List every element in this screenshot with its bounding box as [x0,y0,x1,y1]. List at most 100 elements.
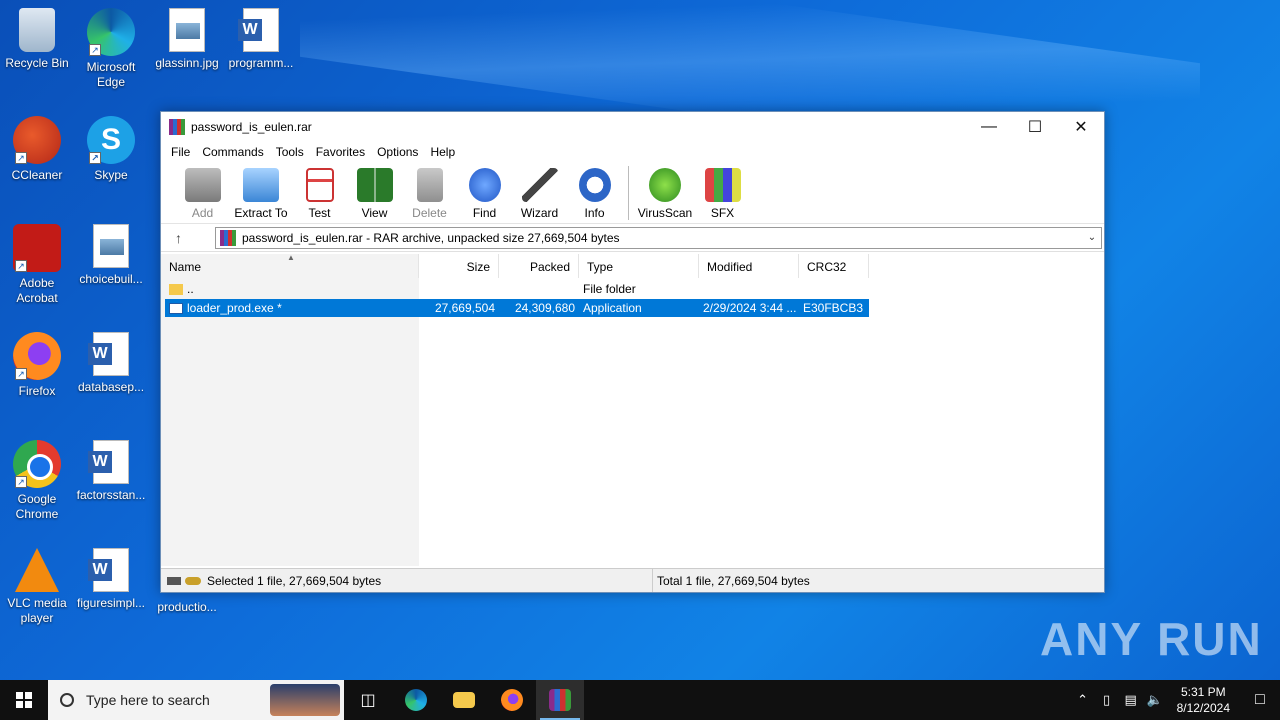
column-packed[interactable]: Packed [499,254,579,278]
menu-tools[interactable]: Tools [270,145,310,159]
maximize-button[interactable]: ☐ [1012,112,1058,142]
tool-label: Add [191,206,214,220]
cell-name: .. [165,282,419,296]
extract-to-icon [243,168,279,202]
title-bar[interactable]: password_is_eulen.rar — ☐ ✕ [161,112,1104,142]
shortcut-arrow-icon: ↗ [89,44,101,56]
extract-to-button[interactable]: Extract To [230,166,292,220]
chevron-up-icon[interactable]: ⌃ [1071,692,1095,708]
menu-favorites[interactable]: Favorites [310,145,371,159]
menu-options[interactable]: Options [371,145,424,159]
column-label: CRC32 [807,260,847,274]
desktop-icon-google-chrome[interactable]: ↗ Google Chrome [0,440,74,522]
drive-icon[interactable] [167,576,181,585]
search-highlight-image [270,684,340,716]
taskbar-firefox[interactable] [488,680,536,720]
desktop-icon-firefox[interactable]: ↗ Firefox [0,332,74,399]
desktop-icon-recycle-bin[interactable]: Recycle Bin [0,8,74,71]
cell-modified: 2/29/2024 3:44 ... [703,301,797,315]
add-button[interactable]: Add [175,166,230,220]
menu-help[interactable]: Help [424,145,461,159]
list-row-loader-prod[interactable]: loader_prod.exe * 27,669,504 24,309,680 … [165,299,869,317]
menu-commands[interactable]: Commands [196,145,269,159]
column-size[interactable]: Size [419,254,499,278]
cell-type: Application [583,301,642,315]
column-label: Size [466,260,490,274]
desktop-icon-glassinn[interactable]: glassinn.jpg [150,8,224,71]
row-name: loader_prod.exe * [187,301,282,315]
test-button[interactable]: Test [292,166,347,220]
close-button[interactable]: ✕ [1058,112,1104,142]
address-field[interactable]: password_is_eulen.rar - RAR archive, unp… [215,226,1102,249]
list-header: Name ▲ Size Packed Type Modified CRC32 [161,253,869,278]
desktop-icon-label: CCleaner [11,168,63,182]
menu-file[interactable]: File [165,145,196,159]
shortcut-arrow-icon: ↗ [15,152,27,164]
address-text: password_is_eulen.rar - RAR archive, unp… [242,230,620,245]
chevron-down-icon[interactable]: ⌄ [1083,232,1101,243]
volume-icon[interactable]: 🔈 [1143,692,1167,708]
network-icon[interactable]: ▤ [1119,692,1143,708]
wizard-icon [521,168,558,202]
column-name[interactable]: Name ▲ [161,253,419,278]
virusscan-button[interactable]: VirusScan [635,166,695,220]
key-icon[interactable] [185,576,201,585]
status-left: Selected 1 file, 27,669,504 bytes [161,569,653,592]
cell-type: File folder [583,282,636,296]
sfx-icon [704,168,741,202]
taskbar-search[interactable]: Type here to search [48,680,344,720]
taskbar-edge[interactable] [392,680,440,720]
desktop-icon-choicebuil[interactable]: choicebuil... [74,224,148,287]
desktop-icon-vlc[interactable]: VLC media player [0,548,74,626]
address-bar: ↑ password_is_eulen.rar - RAR archive, u… [161,224,1104,252]
desktop-icon-figuresimpl[interactable]: W figuresimpl... [74,548,148,611]
windows-logo-icon [16,692,32,708]
winrar-app-icon [169,119,185,135]
desktop-icon-skype[interactable]: S ↗ Skype [74,116,148,183]
desktop-icon-ccleaner[interactable]: ↗ CCleaner [0,116,74,183]
word-document-icon: W [88,440,129,484]
taskbar-winrar[interactable] [536,680,584,720]
clock-date: 8/12/2024 [1176,701,1230,715]
find-button[interactable]: Find [457,166,512,220]
desktop-icon-label: figuresimpl... [76,596,146,610]
start-button[interactable] [0,680,48,720]
device-icon[interactable]: ▯ [1095,692,1119,708]
task-view-icon: ◫ [360,692,376,709]
up-arrow-icon[interactable]: ↑ [175,230,191,246]
column-crc32[interactable]: CRC32 [799,254,869,278]
rar-archive-icon [220,229,236,246]
info-icon [578,168,611,202]
view-button[interactable]: View [347,166,402,220]
desktop-icon-adobe-acrobat[interactable]: ↗ Adobe Acrobat [0,224,74,306]
desktop-icon-microsoft-edge[interactable]: ↗ Microsoft Edge [74,8,148,90]
taskbar-file-explorer[interactable] [440,680,488,720]
column-type[interactable]: Type [579,254,699,278]
desktop-icon-factorsstan[interactable]: W factorsstan... [74,440,148,503]
sfx-button[interactable]: SFX [695,166,750,220]
list-row-parent-folder[interactable]: .. File folder [165,280,869,298]
delete-button[interactable]: Delete [402,166,457,220]
shortcut-arrow-icon: ↗ [15,368,27,380]
word-document-icon: W [88,332,129,376]
sort-arrow-icon: ▲ [287,253,295,262]
desktop-icon-programm[interactable]: W programm... [224,8,298,71]
clock[interactable]: 5:31 PM 8/12/2024 [1167,684,1240,716]
status-total: Total 1 file, 27,669,504 bytes [657,573,810,588]
wizard-button[interactable]: Wizard [512,166,567,220]
desktop-icon-databasep[interactable]: W databasep... [74,332,148,395]
column-modified[interactable]: Modified [699,254,799,278]
task-view-button[interactable]: ◫ [344,680,392,720]
notification-icon[interactable]: □ [1240,691,1280,709]
edge-icon [405,689,427,711]
toolbar-separator [628,166,629,220]
minimize-button[interactable]: — [966,112,1012,142]
tool-label: Extract To [234,206,288,220]
recycle-bin-icon [19,8,55,52]
menu-bar: File Commands Tools Favorites Options He… [161,142,1104,162]
folder-icon [453,692,475,708]
delete-icon [416,168,443,202]
word-document-icon: W [88,548,129,592]
info-button[interactable]: Info [567,166,622,220]
status-bar: Selected 1 file, 27,669,504 bytes Total … [161,568,1104,592]
